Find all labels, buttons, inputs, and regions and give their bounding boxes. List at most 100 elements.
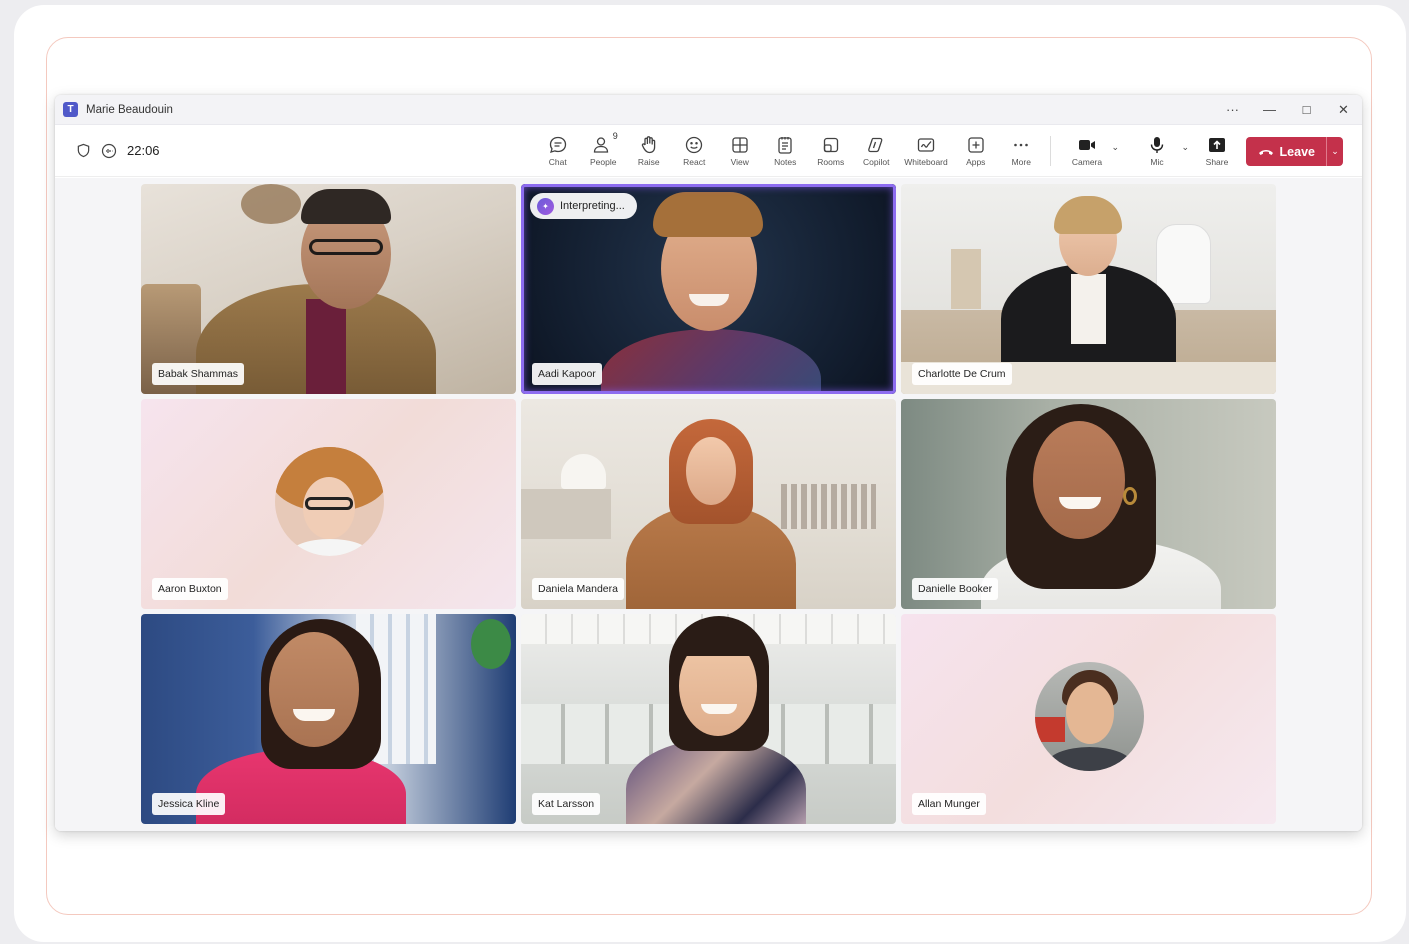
shirt bbox=[306, 299, 346, 394]
teams-meeting-window: T Marie Beaudouin ··· — □ ✕ 22:06 Chat 9… bbox=[55, 95, 1362, 831]
whiteboard-icon bbox=[917, 137, 935, 152]
hair bbox=[1054, 196, 1122, 234]
raise-hand-icon bbox=[641, 135, 655, 153]
mic-icon bbox=[1150, 136, 1164, 153]
rooms-label: Rooms bbox=[817, 156, 845, 167]
raise-hand-button[interactable]: Raise bbox=[626, 130, 672, 172]
leave-button[interactable]: Leave bbox=[1245, 137, 1326, 166]
participant-tile-allan[interactable]: Allan Munger bbox=[901, 614, 1276, 824]
participant-tile-aaron[interactable]: Aaron Buxton bbox=[141, 399, 516, 609]
mic-label: Mic bbox=[1150, 156, 1164, 167]
participant-tile-kat[interactable]: Kat Larsson bbox=[521, 614, 896, 824]
notes-icon bbox=[778, 136, 792, 154]
whiteboard-label: Whiteboard bbox=[904, 156, 948, 167]
participant-tile-charlotte[interactable]: Charlotte De Crum bbox=[901, 184, 1276, 394]
copilot-label: Copilot bbox=[863, 156, 890, 167]
mic-button[interactable]: Mic ⌄ bbox=[1127, 130, 1189, 172]
copilot-icon bbox=[868, 137, 883, 152]
view-grid-icon bbox=[732, 136, 748, 153]
rooms-button[interactable]: Rooms bbox=[808, 130, 854, 172]
mic-options-chevron-icon[interactable]: ⌄ bbox=[1181, 142, 1189, 153]
more-dots-icon bbox=[1014, 143, 1029, 146]
leave-control: Leave ⌄ bbox=[1245, 137, 1343, 166]
apps-button[interactable]: Apps bbox=[953, 130, 999, 172]
view-label: View bbox=[730, 156, 749, 167]
copilot-button[interactable]: Copilot bbox=[854, 130, 900, 172]
glasses bbox=[309, 239, 383, 255]
rooms-icon bbox=[823, 137, 838, 152]
participant-tile-daniela[interactable]: Daniela Mandera bbox=[521, 399, 896, 609]
minimize-icon[interactable]: — bbox=[1251, 95, 1288, 124]
maximize-icon[interactable]: □ bbox=[1288, 95, 1325, 124]
person-head bbox=[269, 632, 359, 747]
interpreting-badge: ✦ Interpreting... bbox=[530, 193, 637, 219]
window-controls: ··· — □ ✕ bbox=[1214, 95, 1362, 124]
react-button[interactable]: React bbox=[672, 130, 718, 172]
earring bbox=[1123, 487, 1137, 505]
avatar-shirt bbox=[1046, 747, 1132, 771]
participant-name: Daniela Mandera bbox=[532, 578, 624, 600]
meeting-timer: 22:06 bbox=[127, 143, 160, 158]
hang-up-phone-icon bbox=[1258, 149, 1273, 155]
people-icon bbox=[593, 136, 608, 153]
people-count: 9 bbox=[612, 130, 618, 141]
participant-tile-aadi[interactable]: ✦ Interpreting... Aadi Kapoor bbox=[521, 184, 896, 394]
participant-name: Danielle Booker bbox=[912, 578, 999, 600]
shirt bbox=[1071, 274, 1106, 344]
avatar-shirt bbox=[289, 539, 370, 556]
avatar-glasses bbox=[304, 497, 353, 510]
share-label: Share bbox=[1205, 156, 1229, 167]
avatar bbox=[1034, 662, 1144, 771]
more-label: More bbox=[1011, 156, 1031, 167]
smile bbox=[293, 709, 335, 721]
notes-button[interactable]: Notes bbox=[763, 130, 809, 172]
leave-label: Leave bbox=[1279, 144, 1315, 159]
leave-options-chevron-icon[interactable]: ⌄ bbox=[1326, 137, 1343, 166]
smile bbox=[1059, 497, 1101, 509]
bangs bbox=[677, 626, 759, 656]
avatar-face bbox=[1065, 682, 1114, 744]
view-button[interactable]: View bbox=[717, 130, 763, 172]
more-options-icon[interactable]: ··· bbox=[1214, 95, 1251, 124]
participant-name: Babak Shammas bbox=[152, 363, 244, 385]
hair bbox=[301, 189, 391, 224]
person-head bbox=[1033, 421, 1125, 539]
interpreter-icon: ✦ bbox=[537, 197, 554, 215]
participant-tile-danielle[interactable]: Danielle Booker bbox=[901, 399, 1276, 609]
close-icon[interactable]: ✕ bbox=[1325, 95, 1362, 124]
react-label: React bbox=[683, 156, 706, 167]
recording-timer-icon bbox=[101, 143, 117, 159]
camera-options-chevron-icon[interactable]: ⌄ bbox=[1111, 142, 1119, 153]
background-lamp bbox=[561, 454, 606, 489]
apps-label: Apps bbox=[966, 156, 986, 167]
chat-label: Chat bbox=[548, 156, 567, 167]
react-emoji-icon bbox=[686, 136, 703, 153]
toolbar-actions: Chat 9 People Raise React View Notes Roo… bbox=[535, 125, 1239, 176]
whiteboard-button[interactable]: Whiteboard bbox=[899, 130, 953, 172]
chat-button[interactable]: Chat bbox=[535, 130, 581, 172]
title-bar: T Marie Beaudouin ··· — □ ✕ bbox=[55, 95, 1362, 125]
shield-icon[interactable] bbox=[75, 143, 91, 159]
participant-name: Aaron Buxton bbox=[152, 578, 228, 600]
participant-name: Jessica Kline bbox=[152, 793, 226, 815]
share-button[interactable]: Share bbox=[1195, 130, 1239, 172]
apps-add-icon bbox=[968, 136, 984, 153]
background-shelf bbox=[521, 489, 611, 539]
people-label: People bbox=[590, 156, 617, 167]
avatar bbox=[274, 447, 384, 556]
camera-button[interactable]: Camera ⌄ bbox=[1057, 130, 1119, 172]
meeting-toolbar: 22:06 Chat 9 People Raise React View Not… bbox=[55, 125, 1362, 177]
avatar-bg-red bbox=[1034, 717, 1065, 742]
background-plant bbox=[471, 619, 511, 669]
participant-name: Charlotte De Crum bbox=[912, 363, 1012, 385]
participant-tile-jessica[interactable]: Jessica Kline bbox=[141, 614, 516, 824]
participant-name: Kat Larsson bbox=[532, 793, 601, 815]
toolbar-divider bbox=[1050, 135, 1051, 166]
person-face bbox=[686, 437, 736, 505]
people-button[interactable]: 9 People bbox=[581, 130, 627, 172]
participant-tile-babak[interactable]: Babak Shammas bbox=[141, 184, 516, 394]
background-books bbox=[781, 484, 876, 529]
smile bbox=[701, 704, 737, 714]
more-button[interactable]: More bbox=[999, 130, 1045, 172]
participant-name: Aadi Kapoor bbox=[532, 363, 602, 385]
